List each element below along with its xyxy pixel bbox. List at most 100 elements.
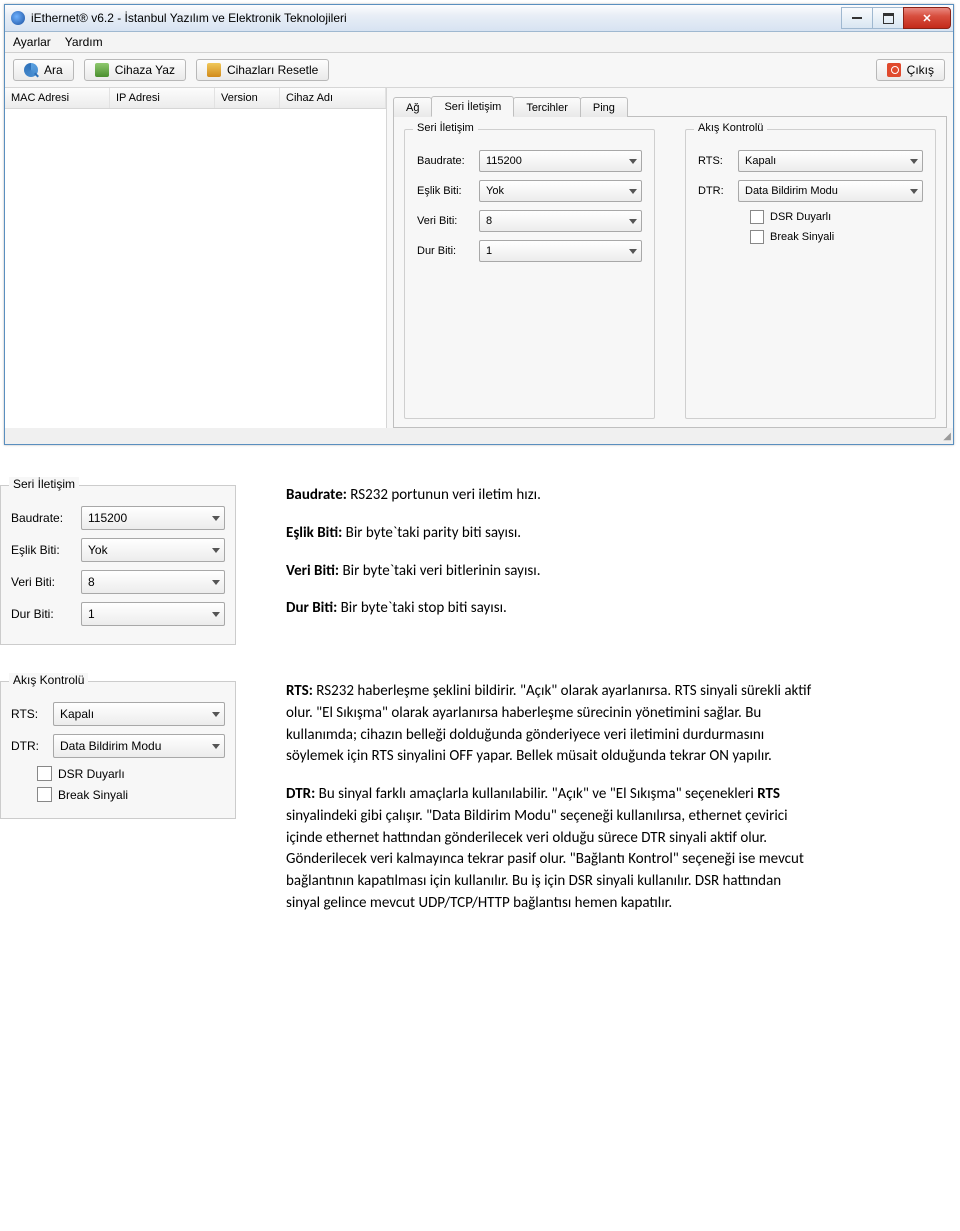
tab-network[interactable]: Ağ xyxy=(393,97,432,117)
doc-serial-text: Baudrate: RS232 portunun veri iletim hız… xyxy=(286,485,816,636)
documentation: Seri İletişim Baudrate: 115200 Eşlik Bit… xyxy=(0,485,960,931)
col-mac[interactable]: MAC Adresi xyxy=(5,88,110,108)
doc-baud-b: Baudrate: xyxy=(286,486,350,504)
tab-ping[interactable]: Ping xyxy=(580,97,628,117)
stopbits-value: 1 xyxy=(486,245,492,257)
dsr-checkbox-label: DSR Duyarlı xyxy=(770,211,831,223)
device-table-header: MAC Adresi IP Adresi Version Cihaz Adı xyxy=(5,88,386,109)
doc-serial-groupbox: Seri İletişim Baudrate: 115200 Eşlik Bit… xyxy=(0,485,236,645)
device-table-body[interactable] xyxy=(5,109,386,419)
exit-button-label: Çıkış xyxy=(907,63,934,77)
baudrate-label: Baudrate: xyxy=(417,155,479,167)
doc-stop-label: Dur Biti: xyxy=(11,607,81,621)
resize-grip[interactable]: ◢ xyxy=(5,428,953,444)
chevron-down-icon xyxy=(212,580,220,585)
doc-parity-b: Eşlik Biti: xyxy=(286,524,346,542)
databits-combo[interactable]: 8 xyxy=(479,210,642,232)
search-button-label: Ara xyxy=(44,63,63,77)
doc-baud-desc: RS232 portunun veri iletim hızı. xyxy=(350,486,541,504)
dsr-checkbox[interactable] xyxy=(750,210,764,224)
exit-button[interactable]: Çıkış xyxy=(876,59,945,81)
window-title: iEthernet® v6.2 - İstanbul Yazılım ve El… xyxy=(31,11,347,25)
chevron-down-icon xyxy=(629,159,637,164)
break-checkbox-label: Break Sinyali xyxy=(770,231,834,243)
maximize-button[interactable] xyxy=(872,7,904,29)
doc-parity-label: Eşlik Biti: xyxy=(11,543,81,557)
break-checkbox[interactable] xyxy=(750,230,764,244)
databits-value: 8 xyxy=(486,215,492,227)
doc-baud-label: Baudrate: xyxy=(11,511,81,525)
doc-parity-desc: Bir byte`taki parity biti sayısı. xyxy=(346,524,521,542)
write-device-label: Cihaza Yaz xyxy=(115,63,175,77)
exit-icon xyxy=(887,63,901,77)
col-version[interactable]: Version xyxy=(215,88,280,108)
baudrate-combo[interactable]: 115200 xyxy=(479,150,642,172)
menu-settings[interactable]: Ayarlar xyxy=(13,35,51,49)
menu-help[interactable]: Yardım xyxy=(65,35,103,49)
doc-dtr-label: DTR: xyxy=(11,739,53,753)
group-serial: Seri İletişim Baudrate: 115200 Eşlik Bit… xyxy=(404,129,655,419)
group-flow: Akış Kontrolü RTS: Kapalı DTR: Data Bild… xyxy=(685,129,936,419)
tabstrip: Ağ Seri İletişim Tercihler Ping xyxy=(393,92,947,116)
write-device-button[interactable]: Cihaza Yaz xyxy=(84,59,186,81)
doc-databits-b: Veri Biti: xyxy=(286,562,342,580)
search-button[interactable]: Ara xyxy=(13,59,74,81)
doc-rts-value: Kapalı xyxy=(60,707,94,721)
baudrate-value: 115200 xyxy=(486,155,522,167)
chevron-down-icon xyxy=(212,712,220,717)
dtr-value: Data Bildirim Modu xyxy=(745,185,838,197)
doc-dtr-inner-b: RTS xyxy=(757,785,780,803)
dtr-label: DTR: xyxy=(698,185,738,197)
stopbits-combo[interactable]: 1 xyxy=(479,240,642,262)
menubar: Ayarlar Yardım xyxy=(5,32,953,53)
chevron-down-icon xyxy=(910,159,918,164)
doc-dsr-label: DSR Duyarlı xyxy=(58,767,125,781)
doc-databits-desc: Bir byte`taki veri bitlerinin sayısı. xyxy=(342,562,540,580)
doc-stopbits-b: Dur Biti: xyxy=(286,599,341,617)
doc-dsr-checkbox xyxy=(37,766,52,781)
chevron-down-icon xyxy=(212,516,220,521)
doc-rts-label: RTS: xyxy=(11,707,53,721)
doc-baud-combo: 115200 xyxy=(81,506,225,530)
parity-label: Eşlik Biti: xyxy=(417,185,479,197)
write-icon xyxy=(95,63,109,77)
minimize-button[interactable] xyxy=(841,7,873,29)
doc-baud-value: 115200 xyxy=(88,511,127,525)
doc-stopbits-desc: Bir byte`taki stop biti sayısı. xyxy=(341,599,507,617)
group-serial-title: Seri İletişim xyxy=(413,122,478,134)
col-name[interactable]: Cihaz Adı xyxy=(280,88,386,108)
doc-data-value: 8 xyxy=(88,575,95,589)
chevron-down-icon xyxy=(629,219,637,224)
chevron-down-icon xyxy=(212,744,220,749)
doc-rts-desc: RS232 haberleşme şeklini bildirir. "Açık… xyxy=(286,682,811,765)
close-button[interactable]: ✕ xyxy=(903,7,951,29)
doc-dtr-combo: Data Bildirim Modu xyxy=(53,734,225,758)
doc-flow-title: Akış Kontrolü xyxy=(9,673,88,687)
doc-rts-b: RTS: xyxy=(286,682,316,700)
doc-rts-combo: Kapalı xyxy=(53,702,225,726)
rts-combo[interactable]: Kapalı xyxy=(738,150,923,172)
workarea: MAC Adresi IP Adresi Version Cihaz Adı A… xyxy=(5,88,953,428)
doc-data-combo: 8 xyxy=(81,570,225,594)
doc-parity-value: Yok xyxy=(88,543,108,557)
parity-combo[interactable]: Yok xyxy=(479,180,642,202)
reset-devices-button[interactable]: Cihazları Resetle xyxy=(196,59,329,81)
databits-label: Veri Biti: xyxy=(417,215,479,227)
reset-devices-label: Cihazları Resetle xyxy=(227,63,318,77)
dtr-combo[interactable]: Data Bildirim Modu xyxy=(738,180,923,202)
doc-serial-title: Seri İletişim xyxy=(9,477,79,491)
device-table: MAC Adresi IP Adresi Version Cihaz Adı xyxy=(5,88,387,428)
doc-dtr-value: Data Bildirim Modu xyxy=(60,739,161,753)
rts-label: RTS: xyxy=(698,155,738,167)
rts-value: Kapalı xyxy=(745,155,776,167)
parity-value: Yok xyxy=(486,185,504,197)
doc-dtr-b: DTR: xyxy=(286,785,319,803)
doc-flow-groupbox: Akış Kontrolü RTS: Kapalı DTR: Data Bild… xyxy=(0,681,236,819)
search-icon xyxy=(24,63,38,77)
tabpage-serial: Seri İletişim Baudrate: 115200 Eşlik Bit… xyxy=(393,116,947,428)
col-ip[interactable]: IP Adresi xyxy=(110,88,215,108)
tab-prefs[interactable]: Tercihler xyxy=(513,97,581,117)
doc-stop-value: 1 xyxy=(88,607,95,621)
chevron-down-icon xyxy=(212,548,220,553)
tab-serial[interactable]: Seri İletişim xyxy=(431,96,514,117)
